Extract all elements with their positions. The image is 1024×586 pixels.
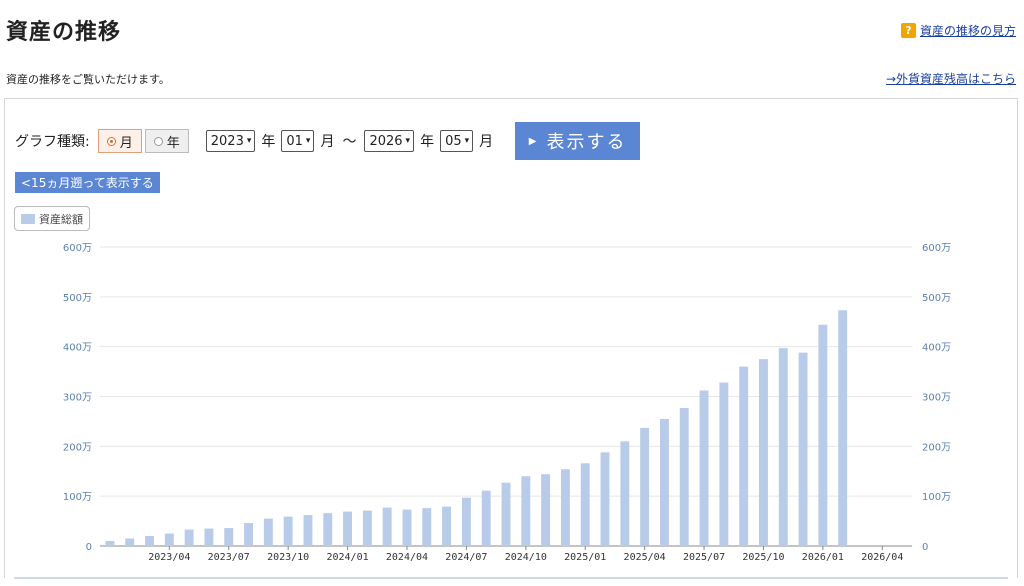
chart-bar xyxy=(442,506,452,546)
x-tick-label: 2025/07 xyxy=(683,552,725,563)
x-tick-label: 2026/01 xyxy=(802,552,844,563)
x-tick-label: 2024/04 xyxy=(386,552,428,563)
y-tick-label-right: 100万 xyxy=(922,492,951,503)
y-tick-label-left: 600万 xyxy=(63,243,92,254)
chart-bar xyxy=(679,407,689,546)
chart-bar xyxy=(303,515,313,546)
x-tick-label: 2025/10 xyxy=(742,552,784,563)
chart-bar xyxy=(521,476,531,546)
y-tick-label-right: 0 xyxy=(922,542,928,553)
x-tick-label: 2025/04 xyxy=(624,552,666,563)
chart-bar xyxy=(560,469,570,546)
chart-bar xyxy=(105,541,115,546)
chart-bar xyxy=(422,508,432,546)
chart-bar xyxy=(323,513,333,546)
chart-bar xyxy=(640,427,650,546)
chart-bar xyxy=(798,352,808,546)
chart-bar xyxy=(818,324,828,546)
y-tick-label-right: 300万 xyxy=(922,393,951,404)
x-tick-label: 2025/01 xyxy=(564,552,606,563)
x-tick-label: 2023/04 xyxy=(148,552,190,563)
chart-bar xyxy=(283,516,293,546)
chart-bar xyxy=(204,528,214,546)
chart-bar xyxy=(164,533,174,546)
y-tick-label-left: 500万 xyxy=(63,293,92,304)
x-tick-label: 2026/04 xyxy=(861,552,903,563)
chart-bar xyxy=(501,482,511,546)
chart-bar xyxy=(362,510,372,546)
x-tick-label: 2023/07 xyxy=(208,552,250,563)
y-tick-label-right: 400万 xyxy=(922,343,951,354)
chart-bar xyxy=(382,507,392,546)
chart-bar xyxy=(739,366,749,546)
chart-bar xyxy=(580,463,590,546)
chart-bar xyxy=(600,452,610,546)
chart-bar xyxy=(719,382,729,546)
x-tick-label: 2024/01 xyxy=(326,552,368,563)
y-tick-label-left: 400万 xyxy=(63,343,92,354)
y-tick-label-right: 200万 xyxy=(922,442,951,453)
chart-bar xyxy=(759,359,768,546)
x-tick-label: 2024/07 xyxy=(445,552,487,563)
chart-bar xyxy=(343,511,353,546)
chart-bar xyxy=(699,390,709,546)
chart-bar xyxy=(481,490,491,546)
chart-bar xyxy=(244,523,253,546)
chart-bar xyxy=(659,418,669,546)
y-tick-label-left: 0 xyxy=(86,542,92,553)
chart-bar xyxy=(838,310,848,546)
chart-bar xyxy=(541,474,551,546)
chart-bar xyxy=(125,538,135,546)
chart-bar xyxy=(402,509,412,546)
chart-bar xyxy=(263,518,273,546)
chart-bar xyxy=(778,348,788,546)
x-tick-label: 2024/10 xyxy=(505,552,547,563)
asset-chart: 0 0 100万 100万 200万 200万 300万 300万 400万 400万 500万 50… xyxy=(63,243,951,563)
chart-bar xyxy=(620,441,630,546)
y-tick-label-left: 200万 xyxy=(63,442,92,453)
x-tick-label: 2023/10 xyxy=(267,552,309,563)
chart-bar xyxy=(184,529,194,546)
chart-bar xyxy=(224,528,234,546)
chart-bar xyxy=(461,497,471,546)
y-tick-label-left: 300万 xyxy=(63,393,92,404)
y-tick-label-left: 100万 xyxy=(63,492,92,503)
y-tick-label-right: 600万 xyxy=(922,243,951,254)
y-tick-label-right: 500万 xyxy=(922,293,951,304)
chart-bar xyxy=(145,536,154,546)
